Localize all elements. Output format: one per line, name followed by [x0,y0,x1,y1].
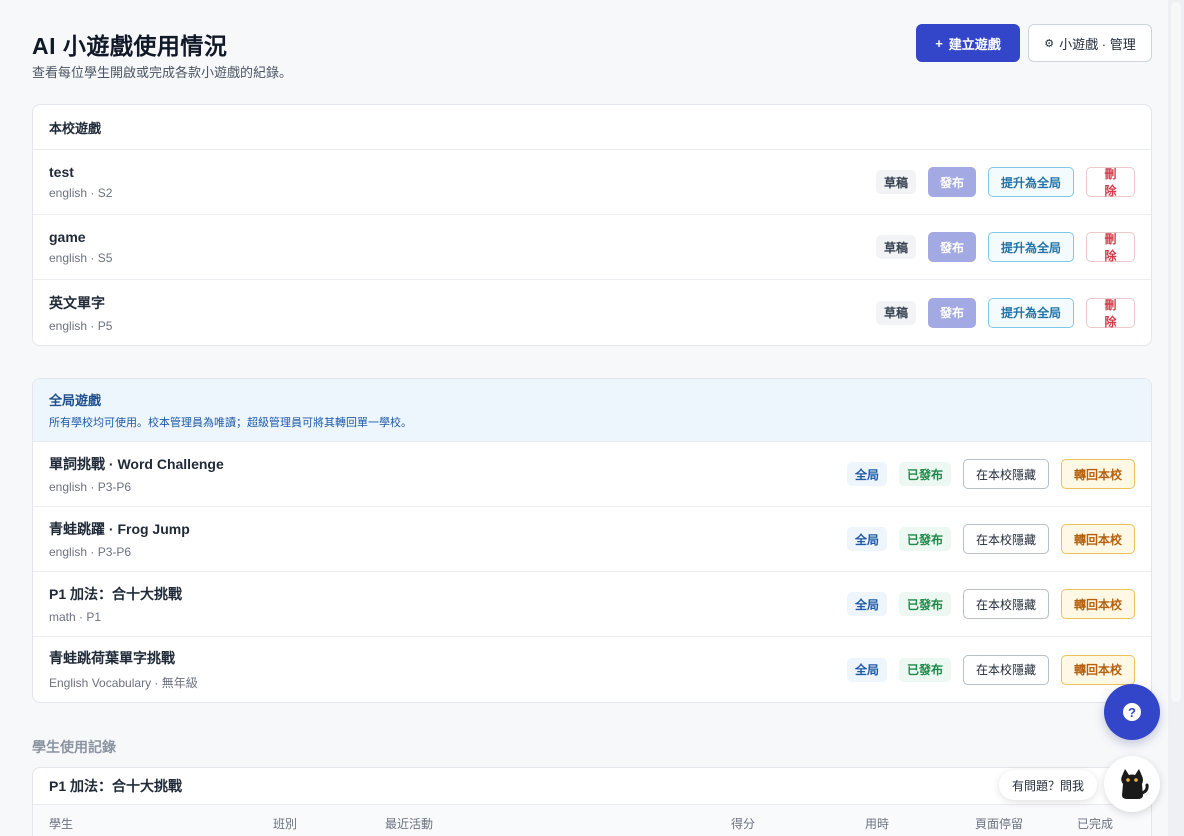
global-games-header: 全局遊戲 所有學校均可使用。校本管理員為唯讀；超級管理員可將其轉回單一學校。 [33,379,1151,442]
page-scrollbar[interactable] [1168,0,1184,836]
publish-button[interactable]: 發布 [928,167,976,197]
promote-global-button[interactable]: 提升為全局 [988,232,1074,262]
help-button[interactable]: ? [1104,684,1160,740]
return-to-school-button[interactable]: 轉回本校 [1061,589,1135,619]
game-name: 青蛙跳躍 · Frog Jump [49,521,190,537]
manage-games-button[interactable]: ⚙ 小遊戲 · 管理 [1028,24,1152,62]
global-badge: 全局 [846,592,887,616]
hide-in-school-button[interactable]: 在本校隱藏 [963,524,1049,554]
promote-global-button[interactable]: 提升為全局 [988,167,1074,197]
game-meta: english · S5 [49,251,113,265]
create-game-button[interactable]: + 建立遊戲 [916,24,1020,62]
page-title: AI 小遊戲使用情況 [32,33,228,59]
game-meta: math · P1 [49,610,102,624]
page-header: AI 小遊戲使用情況 查看每位學生開啟或完成各款小遊戲的紀錄。 + 建立遊戲 ⚙… [32,0,1152,104]
cat-assistant-avatar[interactable] [1104,756,1160,812]
delete-button[interactable]: 刪除 [1086,167,1135,198]
ask-me-bubble[interactable]: 有問題？問我 [999,770,1098,800]
global-badge: 全局 [846,657,887,682]
global-game-row: 青蛙跳荷葉單字挑戰 English Vocabulary · 無年級 全局 已發… [33,637,1151,702]
plus-icon: + [935,35,943,51]
game-meta: english · P5 [49,318,113,333]
page-container: AI 小遊戲使用情況 查看每位學生開啟或完成各款小遊戲的紀錄。 + 建立遊戲 ⚙… [32,0,1152,836]
global-game-row: 單詞挑戰 · Word Challenge english · P3-P6 全局… [33,442,1151,507]
draft-badge: 草稿 [875,170,916,194]
global-games-title: 全局遊戲 [49,393,102,408]
col-completed[interactable]: 已完成 [1077,815,1113,832]
global-game-row: P1 加法：合十大挑戰 math · P1 全局 已發布 在本校隱藏 轉回本校 [33,572,1151,637]
return-to-school-button[interactable]: 轉回本校 [1061,654,1135,685]
published-badge: 已發布 [898,657,951,682]
return-to-school-button[interactable]: 轉回本校 [1061,524,1135,554]
col-student[interactable]: 學生 [49,815,73,832]
hide-in-school-button[interactable]: 在本校隱藏 [963,459,1049,489]
game-meta: english · P3-P6 [49,545,132,559]
hide-in-school-button[interactable]: 在本校隱藏 [963,589,1049,619]
draft-badge: 草稿 [875,300,916,325]
school-game-row: 英文單字 english · P5 草稿 發布 提升為全局 刪除 [33,280,1151,345]
draft-badge: 草稿 [875,235,916,259]
page-subtitle: 查看每位學生開啟或完成各款小遊戲的紀錄。 [32,65,293,80]
global-badge: 全局 [846,462,887,486]
published-badge: 已發布 [898,462,951,486]
usage-log-game-title: P1 加法：合十大挑戰 [33,768,1151,805]
usage-log-column-headers: 學生 班別 最近活動 得分 用時 頁面停留 已完成 [33,805,1151,836]
publish-button[interactable]: 發布 [928,232,976,262]
col-time[interactable]: 用時 [865,815,889,832]
delete-button[interactable]: 刪除 [1086,297,1135,329]
return-to-school-button[interactable]: 轉回本校 [1061,459,1135,489]
col-page-dwell[interactable]: 頁面停留 [975,815,1023,832]
usage-log-section-label: 學生使用記錄 [32,739,116,755]
global-games-description: 所有學校均可使用。校本管理員為唯讀；超級管理員可將其轉回單一學校。 [49,417,412,429]
school-games-title: 本校遊戲 [33,105,1151,150]
game-meta: English Vocabulary · 無年級 [49,676,198,690]
global-games-card: 全局遊戲 所有學校均可使用。校本管理員為唯讀；超級管理員可將其轉回單一學校。 單… [32,378,1152,703]
game-name: 單詞挑戰 · Word Challenge [49,456,224,472]
col-score[interactable]: 得分 [731,815,755,832]
scrollbar-thumb[interactable] [1171,2,1181,702]
gear-icon: ⚙ [1044,37,1055,50]
question-icon: ? [1123,703,1141,721]
published-badge: 已發布 [898,527,951,551]
game-name: 青蛙跳荷葉單字挑戰 [49,650,175,666]
usage-log-table: P1 加法：合十大挑戰 學生 班別 最近活動 得分 用時 頁面停留 已完成 [32,767,1152,836]
published-badge: 已發布 [898,592,951,616]
manage-games-label: 小遊戲 · 管理 [1059,36,1136,52]
game-name: P1 加法：合十大挑戰 [49,586,183,602]
cat-icon [1121,769,1149,799]
school-game-row: test english · S2 草稿 發布 提升為全局 刪除 [33,150,1151,215]
col-class[interactable]: 班別 [273,815,297,832]
global-game-row: 青蛙跳躍 · Frog Jump english · P3-P6 全局 已發布 … [33,507,1151,572]
game-meta: english · P3-P6 [49,480,132,494]
hide-in-school-button[interactable]: 在本校隱藏 [963,654,1049,685]
promote-global-button[interactable]: 提升為全局 [988,297,1074,328]
school-games-card: 本校遊戲 test english · S2 草稿 發布 提升為全局 刪除 ga… [32,104,1152,346]
col-recent-activity[interactable]: 最近活動 [385,815,433,832]
school-game-row: game english · S5 草稿 發布 提升為全局 刪除 [33,215,1151,280]
create-game-label: 建立遊戲 [948,36,1001,52]
game-name: game [49,229,86,245]
delete-button[interactable]: 刪除 [1086,232,1135,263]
publish-button[interactable]: 發布 [928,297,976,328]
game-name: test [49,164,74,180]
global-badge: 全局 [846,527,887,551]
game-meta: english · S2 [49,186,113,200]
game-name: 英文單字 [49,294,105,311]
